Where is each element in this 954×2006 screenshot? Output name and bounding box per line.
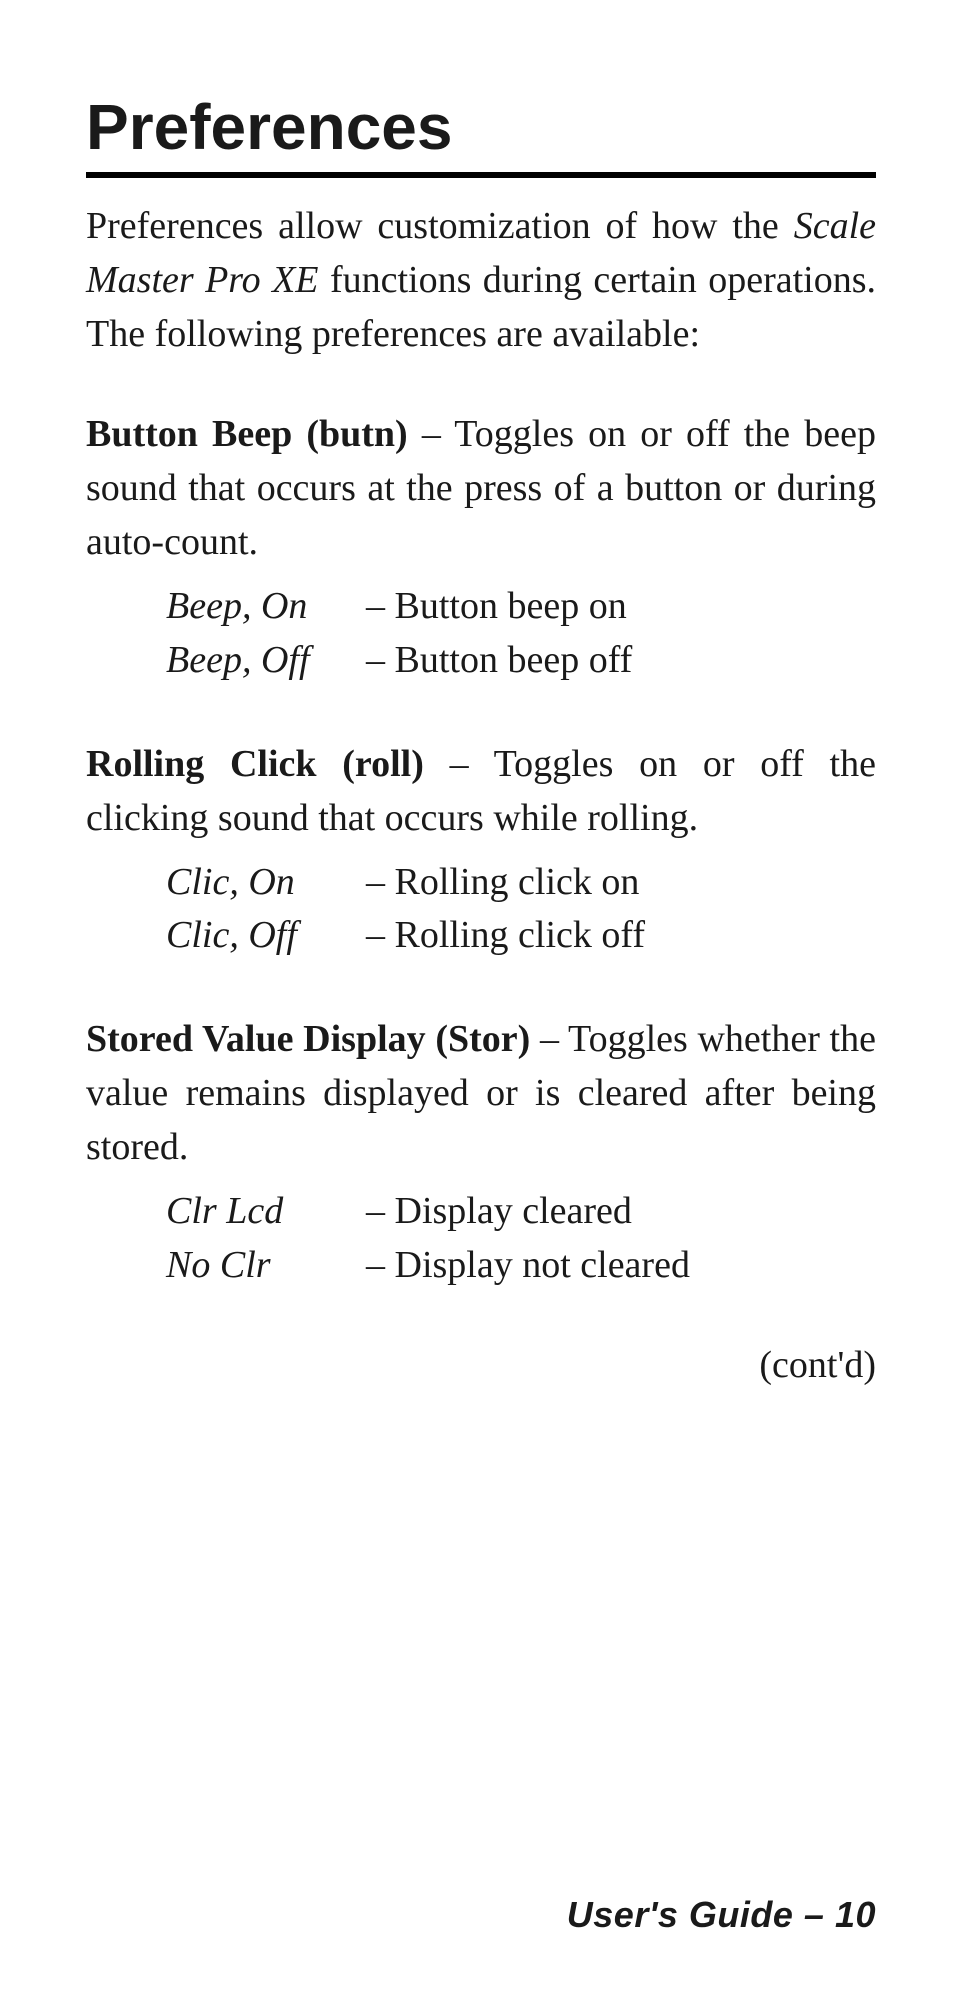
pref-option-value: – Button beep off [366, 634, 876, 688]
pref-option-row: Clr Lcd – Display cleared [86, 1185, 876, 1239]
pref-heading: Rolling Click (roll) [86, 743, 424, 785]
pref-heading: Button Beep (butn) [86, 413, 408, 455]
pref-option-key: Clic, Off [166, 909, 366, 963]
pref-heading: Stored Value Display (Stor) [86, 1018, 530, 1060]
pref-option-value: – Display cleared [366, 1185, 876, 1239]
pref-option-key: Clic, On [166, 856, 366, 910]
pref-option-value: – Rolling click on [366, 856, 876, 910]
page-title: Preferences [86, 90, 876, 164]
pref-option-row: Clic, Off – Rolling click off [86, 909, 876, 963]
pref-block: Stored Value Display (Stor) – Toggles wh… [86, 1013, 876, 1293]
pref-option-value: – Rolling click off [366, 909, 876, 963]
document-page: Preferences Preferences allow customizat… [0, 0, 954, 2006]
pref-option-key: Beep, Off [166, 634, 366, 688]
pref-description: Button Beep (butn) – Toggles on or off t… [86, 408, 876, 570]
pref-option-row: Clic, On – Rolling click on [86, 856, 876, 910]
pref-description: Rolling Click (roll) – Toggles on or off… [86, 738, 876, 846]
continued-marker: (cont'd) [86, 1343, 876, 1387]
pref-block: Rolling Click (roll) – Toggles on or off… [86, 738, 876, 964]
pref-option-row: No Clr – Display not cleared [86, 1239, 876, 1293]
page-content: Preferences Preferences allow customizat… [86, 90, 876, 1894]
intro-text-pre: Preferences allow customization of how t… [86, 205, 794, 247]
pref-option-value: – Button beep on [366, 580, 876, 634]
pref-option-value: – Display not cleared [366, 1239, 876, 1293]
pref-description: Stored Value Display (Stor) – Toggles wh… [86, 1013, 876, 1175]
pref-option-row: Beep, Off – Button beep off [86, 634, 876, 688]
page-footer: User's Guide – 10 [86, 1894, 876, 1936]
pref-option-key: Clr Lcd [166, 1185, 366, 1239]
pref-block: Button Beep (butn) – Toggles on or off t… [86, 408, 876, 688]
pref-option-key: No Clr [166, 1239, 366, 1293]
title-rule [86, 172, 876, 178]
pref-option-key: Beep, On [166, 580, 366, 634]
intro-paragraph: Preferences allow customization of how t… [86, 200, 876, 362]
pref-option-row: Beep, On – Button beep on [86, 580, 876, 634]
